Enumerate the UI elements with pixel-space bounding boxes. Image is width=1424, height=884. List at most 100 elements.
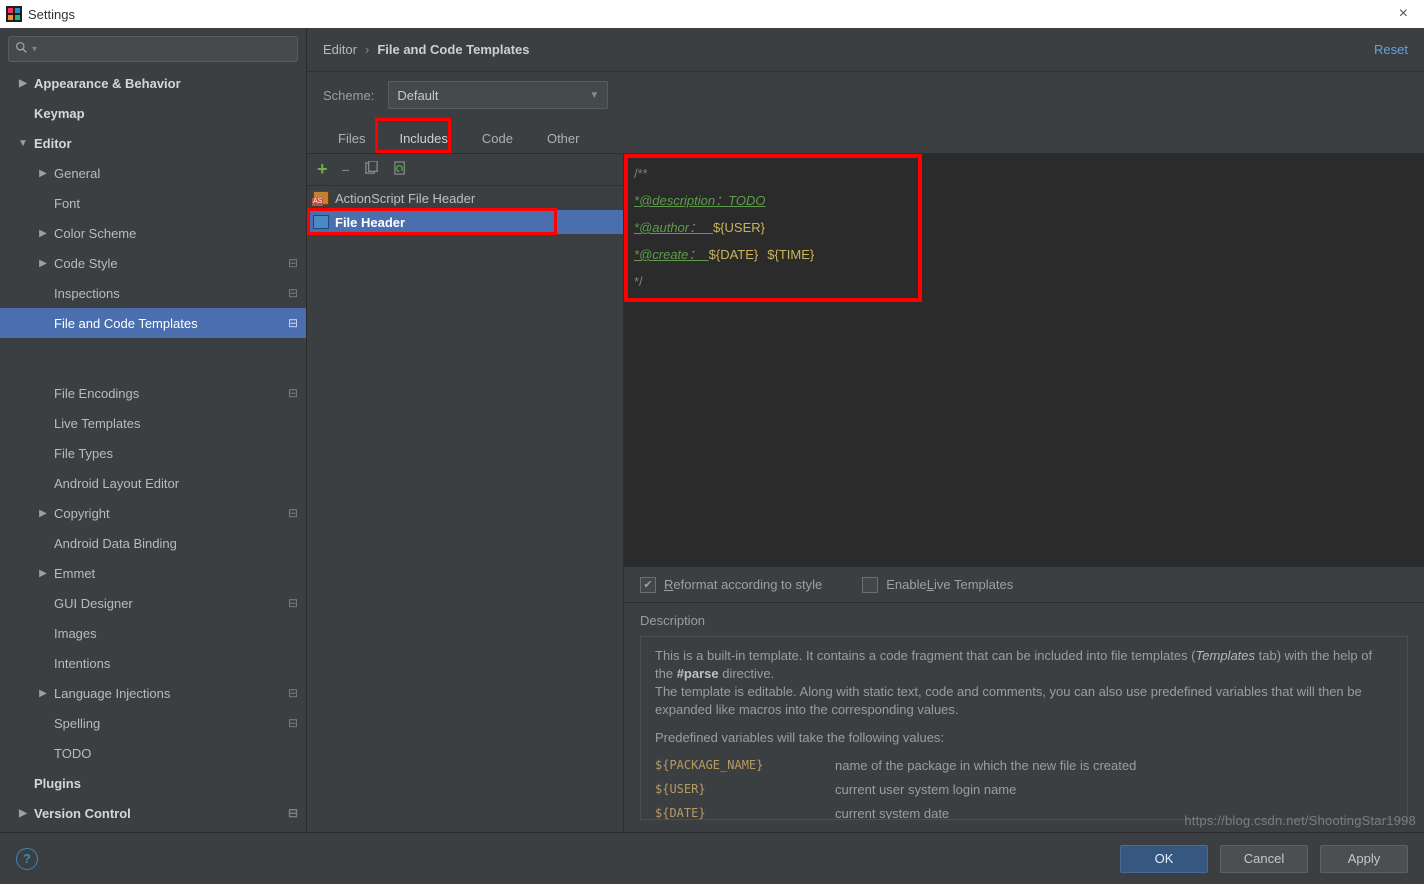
sidebar-item-todo[interactable]: TODO [0, 738, 306, 768]
sidebar-item-color-scheme[interactable]: ▶ Color Scheme [0, 218, 306, 248]
expand-arrow-icon: ▼ [16, 138, 30, 149]
sidebar-item-label: File Types [54, 446, 113, 461]
search-input[interactable]: ▾ [8, 36, 298, 62]
sidebar-item-plugins[interactable]: Plugins [0, 768, 306, 798]
dialog-footer: ? OK Cancel Apply [0, 832, 1424, 884]
sidebar-item-label: Plugins [34, 776, 81, 791]
sidebar-item-file-encodings[interactable]: File Encodings ⊟ [0, 378, 306, 408]
sidebar-item-label: File and Code Templates [54, 316, 198, 331]
sidebar-item-label: Code Style [54, 256, 118, 271]
sidebar-item-label: Appearance & Behavior [34, 76, 181, 91]
template-options: ✔Reformat according to style Enable Live… [624, 566, 1424, 602]
template-list[interactable]: ASActionScript File HeaderFile Header [307, 186, 623, 832]
expand-arrow-icon: ▶ [36, 168, 50, 179]
reset-link[interactable]: Reset [1374, 42, 1408, 57]
sidebar-item-label: Version Control [34, 806, 131, 821]
sidebar-item-gui-designer[interactable]: GUI Designer⊟ [0, 588, 306, 618]
sidebar-item-label: Emmet [54, 566, 95, 581]
apply-button[interactable]: Apply [1320, 845, 1408, 873]
breadcrumb: Editor › File and Code Templates Reset [307, 28, 1424, 72]
description-heading: Description [640, 613, 1408, 628]
project-scope-icon: ⊟ [288, 256, 298, 270]
breadcrumb-separator: › [365, 42, 369, 57]
variable-desc: current system date [835, 805, 949, 820]
sidebar-item-spelling[interactable]: Spelling⊟ [0, 708, 306, 738]
project-scope-icon: ⊟ [288, 506, 298, 520]
breadcrumb-root[interactable]: Editor [323, 42, 357, 57]
tab-files[interactable]: Files [321, 122, 382, 154]
window-close-button[interactable]: × [1389, 5, 1418, 23]
sidebar-item-inspections[interactable]: Inspections⊟ [0, 278, 306, 308]
sidebar-item-label: Spelling [54, 716, 100, 731]
sidebar-item-keymap[interactable]: Keymap [0, 98, 306, 128]
expand-arrow-icon: ▶ [36, 228, 50, 239]
expand-arrow-icon: ▶ [16, 808, 30, 819]
expand-arrow-icon: ▶ [36, 258, 50, 269]
project-scope-icon: ⊟ [288, 286, 298, 300]
variable-desc: current user system login name [835, 781, 1016, 798]
cancel-button[interactable]: Cancel [1220, 845, 1308, 873]
sidebar-item-label: File Encodings [54, 386, 139, 401]
sidebar-item-file-and-code-templates[interactable]: File and Code Templates ⊟ [0, 308, 306, 338]
sidebar-item-language-injections[interactable]: ▶ Language Injections ⊟ [0, 678, 306, 708]
tab-other[interactable]: Other [530, 122, 597, 154]
window-title: Settings [28, 7, 75, 22]
expand-arrow-icon: ▶ [36, 508, 50, 519]
sidebar-item-label: General [54, 166, 100, 181]
add-template-button[interactable]: + [317, 159, 328, 180]
template-item[interactable]: ASActionScript File Header [307, 186, 623, 210]
sidebar-item-version-control[interactable]: ▶ Version Control ⊟ [0, 798, 306, 828]
sidebar-item-editor[interactable]: ▼Editor [0, 128, 306, 158]
sidebar-item-label: TODO [54, 746, 91, 761]
sidebar-item-label: Live Templates [54, 416, 140, 431]
checkbox-checked-icon: ✔ [640, 577, 656, 593]
template-item[interactable]: File Header [307, 210, 623, 234]
tab-includes[interactable]: Includes [382, 122, 464, 154]
variable-name: ${USER} [655, 781, 795, 798]
sidebar-item-android-data-binding[interactable]: Android Data Binding [0, 528, 306, 558]
sidebar-item-android-layout-editor[interactable]: Android Layout Editor [0, 468, 306, 498]
project-scope-icon: ⊟ [288, 386, 298, 400]
project-scope-icon: ⊟ [288, 806, 298, 820]
sidebar-item-images[interactable]: Images [0, 618, 306, 648]
sidebar-item-emmet[interactable]: ▶ Emmet [0, 558, 306, 588]
expand-arrow-icon: ▶ [36, 568, 50, 579]
file-icon: AS [313, 191, 329, 205]
sidebar-item-general[interactable]: ▶ General [0, 158, 306, 188]
sidebar-item-copyright[interactable]: ▶Copyright⊟ [0, 498, 306, 528]
highlight-annotation [0, 338, 210, 378]
expand-arrow-icon: ▶ [36, 688, 50, 699]
sidebar-item-live-templates[interactable]: Live Templates [0, 408, 306, 438]
checkbox-unchecked-icon [862, 577, 878, 593]
refresh-template-button[interactable] [393, 161, 408, 179]
project-scope-icon: ⊟ [288, 686, 298, 700]
reformat-checkbox[interactable]: ✔Reformat according to style [640, 577, 822, 593]
project-scope-icon: ⊟ [288, 316, 298, 330]
sidebar-item-label: Font [54, 196, 80, 211]
sidebar-item-label: GUI Designer [54, 596, 133, 611]
sidebar-item-label: Color Scheme [54, 226, 136, 241]
sidebar-item-file-types[interactable]: File Types [0, 438, 306, 468]
search-icon [15, 41, 28, 57]
copy-template-button[interactable] [364, 161, 379, 179]
template-editor[interactable]: /** *@description：TODO *@author： ${USER}… [624, 154, 1424, 566]
settings-tree[interactable]: ▶Appearance & BehaviorKeymap▼Editor▶Gene… [0, 66, 306, 832]
sidebar-item-intentions[interactable]: Intentions [0, 648, 306, 678]
scheme-dropdown[interactable]: Default ▼ [388, 81, 608, 109]
sidebar-item-appearance-behavior[interactable]: ▶Appearance & Behavior [0, 68, 306, 98]
sidebar-item-label: Language Injections [54, 686, 170, 701]
search-dropdown-icon[interactable]: ▾ [32, 44, 37, 55]
ok-button[interactable]: OK [1120, 845, 1208, 873]
description-pane: Description This is a built-in template.… [624, 602, 1424, 832]
remove-template-button[interactable]: − [342, 162, 350, 178]
variable-row: ${USER} current user system login name [655, 781, 1393, 798]
tab-code[interactable]: Code [465, 122, 530, 154]
sidebar-item-font[interactable]: Font [0, 188, 306, 218]
breadcrumb-leaf: File and Code Templates [377, 42, 529, 57]
template-list-pane: + − ASActionScript File HeaderFile Heade… [307, 154, 624, 832]
live-templates-checkbox[interactable]: Enable Live Templates [862, 577, 1013, 593]
help-button[interactable]: ? [16, 848, 38, 870]
sidebar-item-code-style[interactable]: ▶ Code Style ⊟ [0, 248, 306, 278]
variable-row: ${DATE}current system date [655, 805, 1393, 820]
description-text: This is a built-in template. It contains… [640, 636, 1408, 820]
